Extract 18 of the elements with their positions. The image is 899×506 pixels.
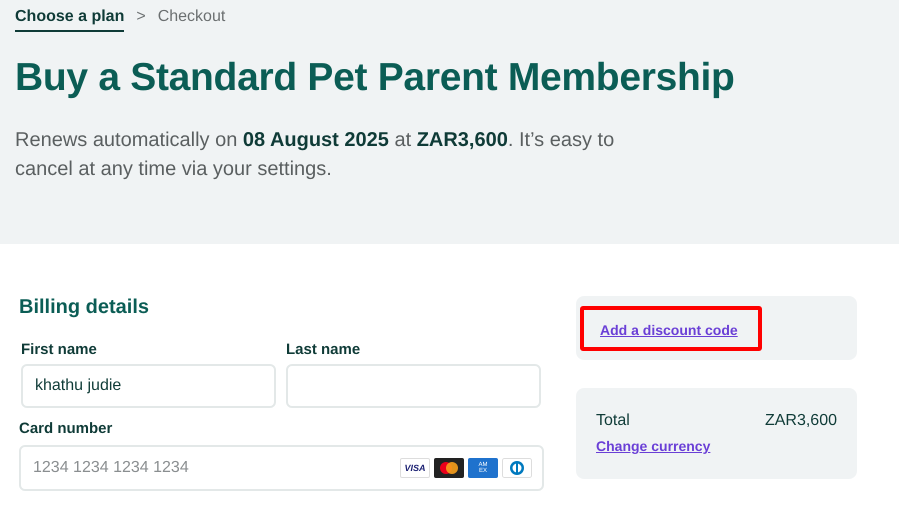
first-name-field[interactable]: khathu judie (21, 364, 276, 408)
change-currency-link[interactable]: Change currency (596, 438, 710, 454)
page-title: Buy a Standard Pet Parent Membership (15, 56, 736, 100)
renewal-text: Renews automatically on 08 August 2025 at ZAR3,600. It’s easy to cancel at any time via your settings. (15, 128, 616, 182)
field-label: Card number (19, 420, 114, 437)
last-name-field[interactable] (286, 364, 541, 408)
section-heading: Billing details (19, 296, 150, 319)
mastercard-logo-icon (434, 458, 464, 478)
total-label: Total (596, 412, 630, 430)
card-brand-logo: VISA (400, 458, 430, 478)
discount-link[interactable]: Add a discount code (600, 322, 738, 338)
breadcrumb-link[interactable]: Checkout (158, 8, 226, 32)
field-label: First name (21, 341, 98, 358)
total-value: ZAR3,600 (764, 412, 837, 430)
chevron-icon: > (136, 8, 146, 32)
breadcrumb-link[interactable]: Choose a plan (15, 8, 124, 32)
field-label: Last name (286, 341, 362, 358)
diners-logo-icon (502, 458, 532, 478)
